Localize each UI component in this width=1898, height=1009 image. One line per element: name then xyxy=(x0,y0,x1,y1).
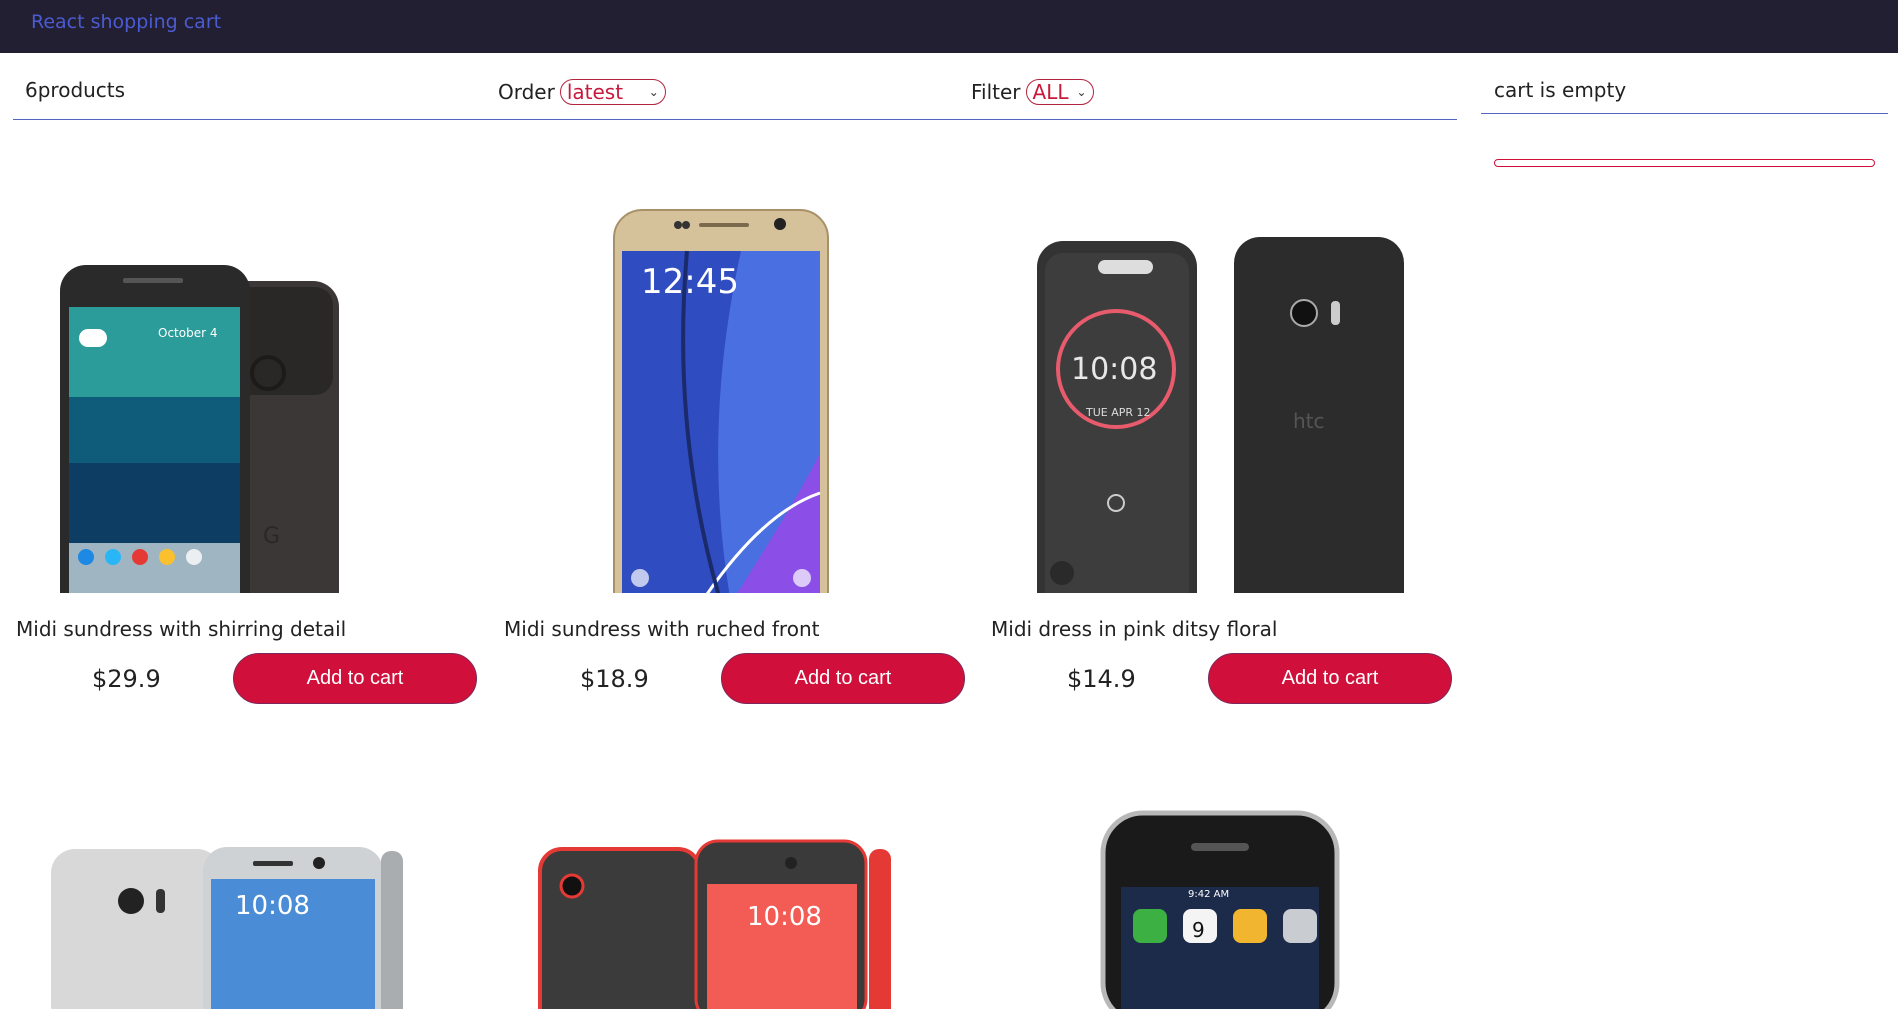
product-price: $18.9 xyxy=(580,665,649,693)
products-section: 6products Order latest ⌄ Filter ALL ⌄ G … xyxy=(13,53,1457,1009)
product-image[interactable]: 12:45 xyxy=(501,133,965,593)
svg-text:10:08: 10:08 xyxy=(235,891,310,921)
product-image[interactable]: htc 10:08 TUE APR 12 xyxy=(988,133,1452,593)
svg-text:G: G xyxy=(263,524,280,549)
product-title[interactable]: Midi dress in pink ditsy floral xyxy=(991,617,1277,641)
product-title[interactable]: Midi sundress with shirring detail xyxy=(16,617,346,641)
add-to-cart-button[interactable]: Add to cart xyxy=(233,653,477,704)
cart-divider xyxy=(1494,159,1875,167)
chevron-down-icon: ⌄ xyxy=(648,85,659,99)
order-control: Order latest ⌄ xyxy=(498,79,666,105)
product-title[interactable]: Midi sundress with ruched front xyxy=(504,617,819,641)
svg-text:10:08: 10:08 xyxy=(1071,352,1157,387)
product-image[interactable]: 10:08 xyxy=(501,809,965,1009)
chevron-down-icon: ⌄ xyxy=(1076,85,1087,99)
add-to-cart-button[interactable]: Add to cart xyxy=(1208,653,1452,704)
filter-bar: 6products Order latest ⌄ Filter ALL ⌄ xyxy=(13,53,1457,120)
product-image[interactable]: G October 4 xyxy=(13,133,477,593)
svg-text:October 4: October 4 xyxy=(158,326,217,340)
filter-select[interactable]: ALL ⌄ xyxy=(1025,79,1094,105)
cart-header: cart is empty xyxy=(1481,53,1888,114)
product-price: $29.9 xyxy=(92,665,161,693)
svg-text:10:08: 10:08 xyxy=(747,902,822,932)
filter-select-value: ALL xyxy=(1032,80,1069,104)
order-select-value: latest xyxy=(566,80,624,104)
svg-text:TUE APR 12: TUE APR 12 xyxy=(1085,406,1151,419)
svg-text:htc: htc xyxy=(1293,409,1325,433)
product-image[interactable]: 10:08 xyxy=(13,809,477,1009)
svg-text:12:45: 12:45 xyxy=(641,262,739,302)
add-to-cart-button[interactable]: Add to cart xyxy=(721,653,965,704)
order-label: Order xyxy=(498,80,555,104)
brand-link[interactable]: React shopping cart xyxy=(31,11,221,33)
cart-status: cart is empty xyxy=(1494,78,1627,102)
top-navbar: React shopping cart xyxy=(0,0,1898,53)
page-layout: 6products Order latest ⌄ Filter ALL ⌄ G … xyxy=(0,53,1898,1009)
order-select[interactable]: latest ⌄ xyxy=(559,79,666,105)
product-count: 6products xyxy=(25,78,126,102)
svg-text:9: 9 xyxy=(1192,918,1205,942)
filter-label: Filter xyxy=(971,80,1021,104)
filter-control: Filter ALL ⌄ xyxy=(971,79,1094,105)
product-image[interactable]: 9:42 AM 9 xyxy=(988,809,1452,1009)
svg-text:9:42 AM: 9:42 AM xyxy=(1188,889,1229,900)
product-price: $14.9 xyxy=(1067,665,1136,693)
cart-panel: cart is empty xyxy=(1481,53,1888,167)
